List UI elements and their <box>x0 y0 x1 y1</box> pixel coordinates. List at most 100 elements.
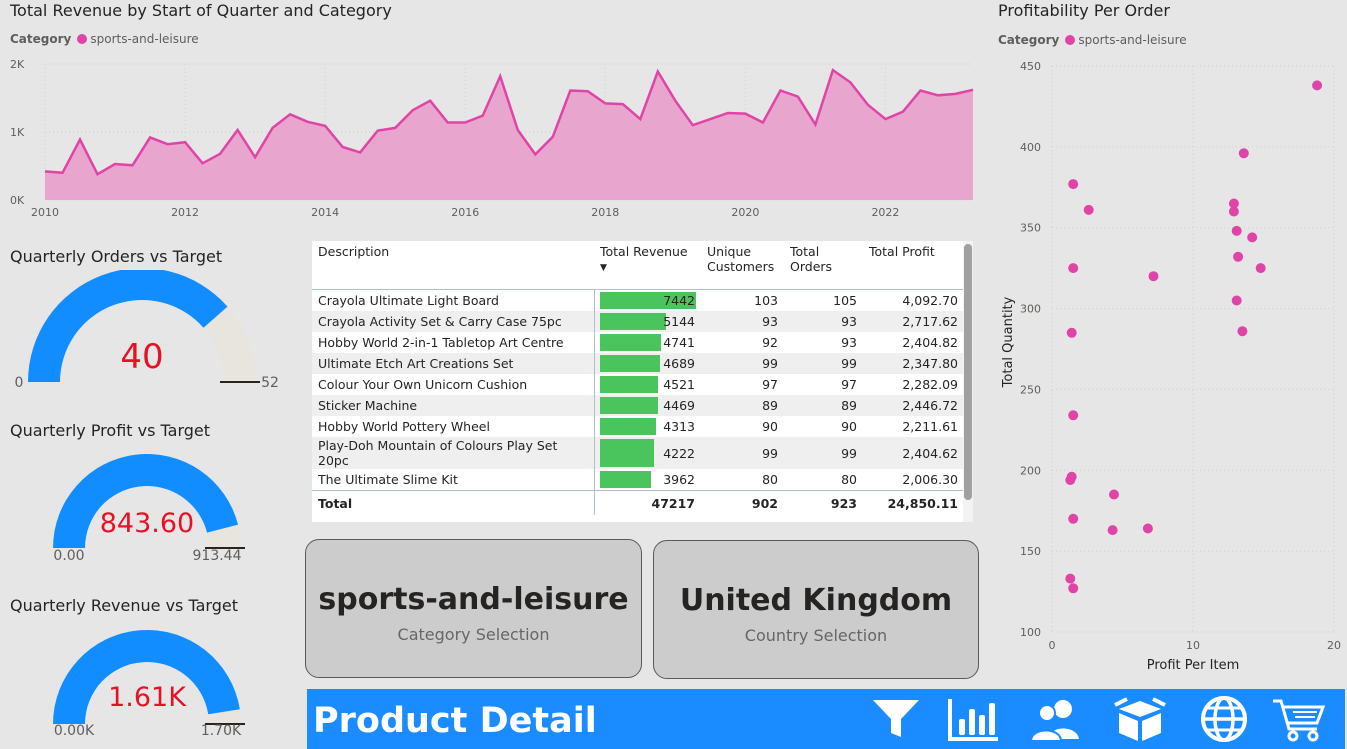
cell-total-profit: 2,404.82 <box>902 335 958 350</box>
scatter-point <box>1231 225 1242 236</box>
cell-total-orders: 97 <box>841 377 857 392</box>
table-row[interactable]: The Ultimate Slime Kit 3962 80 80 2,006.30 <box>312 469 964 491</box>
cell-total-profit: 2,717.62 <box>863 311 964 332</box>
scatter-point <box>1255 263 1266 274</box>
cell-total-revenue: 4521 <box>593 374 701 395</box>
cell-total-revenue: 7442 <box>593 289 701 311</box>
x-tick-label: 2014 <box>311 206 339 219</box>
column-header-total-orders[interactable]: Total Orders <box>784 241 863 290</box>
column-header-total-profit[interactable]: Total Profit <box>863 241 964 290</box>
y-tick-label: 450 <box>1020 60 1041 73</box>
category-selection-card[interactable]: sports-and-leisure Category Selection <box>305 539 642 678</box>
cell-total-profit: 2,282.09 <box>902 377 958 392</box>
gauge-max-label: 913.44 <box>193 548 242 564</box>
page-banner: Product Detail <box>307 689 1345 749</box>
box-icon[interactable] <box>1113 695 1167 743</box>
scatter-point <box>1231 295 1242 306</box>
scatter-point <box>1148 271 1159 282</box>
gauge-min-label: 0.00 <box>53 548 84 564</box>
x-tick-label: 2022 <box>871 206 899 219</box>
customers-icon[interactable] <box>1029 695 1083 743</box>
column-header-unique-customers[interactable]: Unique Customers <box>701 241 784 290</box>
table-total-row: Total 47217 902 923 24,850.11 <box>312 490 964 515</box>
profit-gauge[interactable]: 843.60 0.00 913.44 <box>0 442 300 567</box>
category-value: sports-and-leisure <box>318 582 629 617</box>
revenue-gauge[interactable]: 1.61K 0.00K 1.70K <box>0 618 300 743</box>
y-tick-label: 0K <box>10 194 25 207</box>
cell-unique-customers: 103 <box>754 293 778 308</box>
table-row[interactable]: Crayola Ultimate Light Board 7442 103 105 4,… <box>312 289 964 311</box>
scatter-point <box>1065 573 1076 584</box>
scatter-chart[interactable]: 100 150 200 250 300 350 400 450 0 10 20 Profit Per … <box>995 50 1347 680</box>
cell-total-revenue: 4222 <box>593 437 701 469</box>
filter-icon[interactable] <box>869 695 923 743</box>
cell-total-revenue: 4689 <box>593 353 701 374</box>
column-header-total-revenue[interactable]: Total Revenue ▼ <box>594 241 701 290</box>
table-row[interactable]: Crayola Activity Set & Carry Case 75pc 51… <box>312 311 964 332</box>
table-scrollbar[interactable] <box>963 241 973 522</box>
revenue-value: 3962 <box>663 472 695 487</box>
revenue-databar <box>599 418 656 435</box>
cell-description: Play-Doh Mountain of Colours Play Set 20… <box>312 437 594 469</box>
bar-chart-icon[interactable] <box>946 695 1000 743</box>
revenue-value: 4222 <box>663 445 695 461</box>
cell-total-orders: 80 <box>841 472 857 487</box>
cell-description: The Ultimate Slime Kit <box>318 472 458 487</box>
y-tick-label: 150 <box>1020 545 1041 558</box>
total-orders: 923 <box>784 490 863 515</box>
product-table[interactable]: Description Total Revenue ▼ Unique Custom… <box>312 241 972 522</box>
total-profit: 24,850.11 <box>863 490 964 515</box>
header-label: Total Profit <box>869 244 935 259</box>
cell-description: Sticker Machine <box>312 395 594 416</box>
table-row[interactable]: Ultimate Etch Art Creations Set 4689 99 99 2… <box>312 353 964 374</box>
total-revenue: 47217 <box>593 490 701 515</box>
cart-icon[interactable] <box>1271 695 1326 743</box>
x-tick-label: 2016 <box>451 206 479 219</box>
table-row[interactable]: Play-Doh Mountain of Colours Play Set 20… <box>312 437 964 469</box>
y-tick-label: 250 <box>1020 383 1041 396</box>
legend-dot-icon <box>77 34 88 44</box>
revenue-value: 4741 <box>663 335 695 350</box>
revenue-value: 4689 <box>663 356 695 371</box>
cell-total-profit: 2,006.30 <box>902 472 958 487</box>
globe-icon[interactable] <box>1197 695 1251 743</box>
cell-unique-customers: 80 <box>762 472 778 487</box>
table-row[interactable]: Hobby World Pottery Wheel 4313 90 90 2,211.6… <box>312 416 964 437</box>
revenue-value: 4521 <box>663 377 695 392</box>
y-tick-label: 2K <box>10 58 25 71</box>
scatter-point <box>1083 204 1094 215</box>
cell-total-orders: 99 <box>784 437 863 469</box>
table-row[interactable]: Sticker Machine 4469 89 89 2,446.72 <box>312 395 964 416</box>
orders-gauge[interactable]: 40 0 52 <box>0 270 300 400</box>
column-header-description[interactable]: Description <box>312 241 594 290</box>
area-chart-title: Total Revenue by Start of Quarter and Ca… <box>10 1 392 20</box>
x-tick-label: 0 <box>1049 639 1056 652</box>
gauge-title-profit: Quarterly Profit vs Target <box>10 421 211 440</box>
revenue-databar <box>599 439 654 467</box>
sort-desc-icon: ▼ <box>600 263 607 273</box>
cell-unique-customers: 99 <box>701 437 784 469</box>
area-chart-legend: Category sports-and-leisure <box>10 32 199 46</box>
country-selection-card[interactable]: United Kingdom Country Selection <box>653 540 979 679</box>
y-tick-label: 300 <box>1020 303 1041 316</box>
cell-total-revenue: 5144 <box>593 311 701 332</box>
table-row[interactable]: Colour Your Own Unicorn Cushion 4521 97 97 2… <box>312 374 964 395</box>
cell-description: Hobby World 2-in-1 Tabletop Art Centre <box>318 335 564 350</box>
scatter-point <box>1142 523 1153 534</box>
gauge-min-label: 0 <box>15 375 24 391</box>
y-tick-label: 1K <box>10 126 25 139</box>
gauge-max-label: 52 <box>261 375 279 391</box>
cell-total-revenue: 4469 <box>593 395 701 416</box>
cell-description: Hobby World Pottery Wheel <box>318 419 490 434</box>
legend-item: sports-and-leisure <box>1078 33 1187 47</box>
cell-unique-customers: 89 <box>701 395 784 416</box>
cell-total-orders: 105 <box>833 293 857 308</box>
area-chart[interactable]: 2K 1K 0K 2010 2012 2014 2016 2018 2020 2022 <box>0 50 985 230</box>
cell-total-revenue: 4741 <box>593 332 701 353</box>
x-tick-label: 10 <box>1186 639 1200 652</box>
scrollbar-thumb[interactable] <box>964 244 972 500</box>
revenue-databar <box>599 334 661 351</box>
cell-unique-customers: 99 <box>701 353 784 374</box>
table-row[interactable]: Hobby World 2-in-1 Tabletop Art Centre 47… <box>312 332 964 353</box>
scatter-legend: Category sports-and-leisure <box>998 33 1187 47</box>
